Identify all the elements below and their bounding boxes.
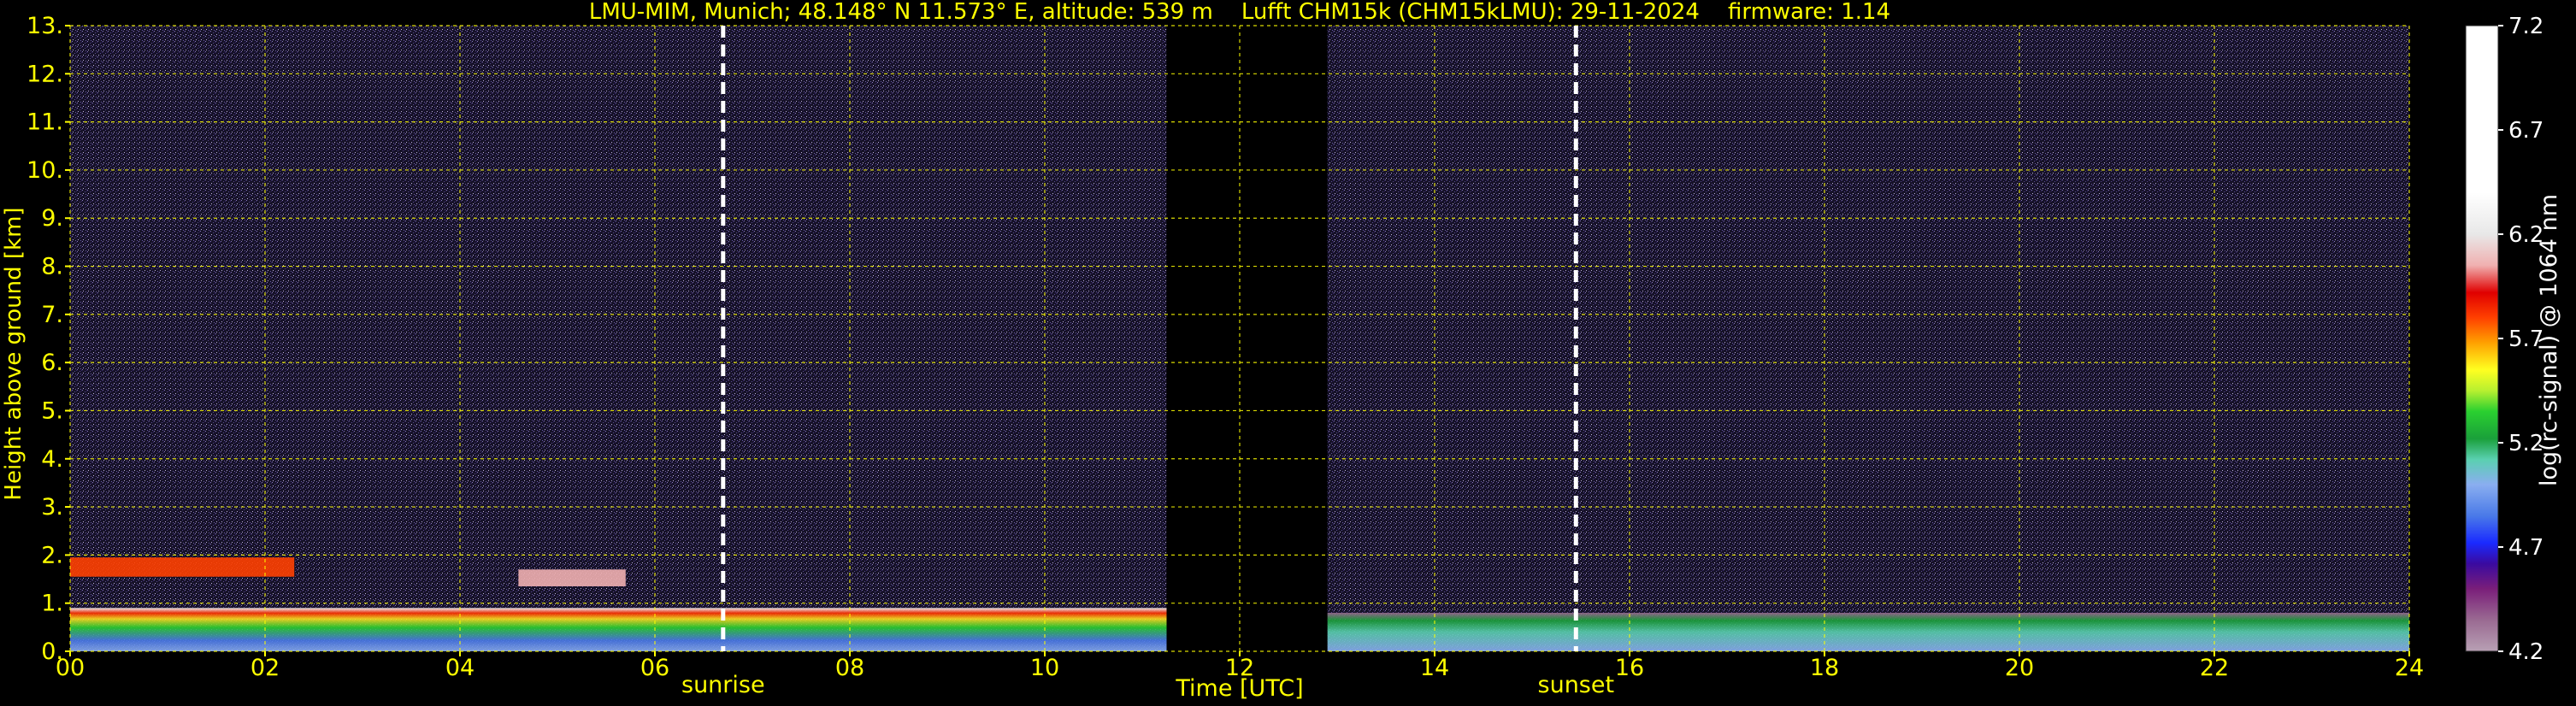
x-tick-label: 06: [640, 655, 669, 681]
colorbar-label: log(rc-signal) @ 1064 nm: [2536, 194, 2562, 486]
x-tick-label: 22: [2200, 655, 2229, 681]
y-axis-label: Height above ground [km]: [1, 207, 27, 500]
data-gap: [1166, 26, 1328, 651]
x-tick-label: 08: [835, 655, 864, 681]
layer-boundary-layer: [1327, 612, 2409, 651]
colorbar: 4.24.75.25.76.26.77.2: [2465, 14, 2544, 665]
colorbar-tick-label: 4.2: [2508, 639, 2544, 665]
y-tick-label: 11.: [27, 109, 63, 136]
y-tick-label: 7.: [41, 302, 63, 328]
y-tick-label: 9.: [41, 205, 63, 232]
x-tick-label: 16: [1615, 655, 1644, 681]
annotation-label-sunset: sunset: [1538, 672, 1615, 698]
y-tick-label: 13.: [27, 13, 63, 39]
x-tick-label: 04: [445, 655, 475, 681]
colorbar-tick-label: 6.7: [2508, 118, 2544, 144]
y-tick-label: 4.: [41, 446, 63, 473]
x-tick-label: 10: [1030, 655, 1059, 681]
layer-boundary-layer: [70, 608, 1167, 651]
x-tick-label: 24: [2395, 655, 2424, 681]
layer-cloud-top-layer: [70, 557, 295, 577]
y-tick-label: 5.: [41, 397, 63, 424]
chart-title: LMU-MIM, Munich; 48.148° N 11.573° E, al…: [589, 0, 1890, 25]
y-axis: 0. 1. 2. 3. 4. 5. 6. 7. 8. 9. 10. 11. 12. 13.: [27, 13, 70, 665]
colorbar-scale: [2465, 25, 2499, 652]
x-tick-label: 20: [2005, 655, 2034, 681]
annotation-label-sunrise: sunrise: [681, 672, 765, 698]
layer-cloud: [518, 569, 626, 586]
x-tick-label: 02: [251, 655, 280, 681]
plot-area: [70, 26, 2409, 651]
y-tick-label: 1.: [41, 591, 63, 617]
y-tick-label: 10.: [27, 157, 63, 184]
y-tick-label: 8.: [41, 254, 63, 280]
y-tick-label: 3.: [41, 494, 63, 521]
y-tick-label: 0.: [41, 638, 63, 665]
y-tick-label: 6.: [41, 350, 63, 376]
x-tick-label: 18: [1810, 655, 1839, 681]
x-axis-label: Time [UTC]: [1175, 675, 1303, 702]
colorbar-tick-label: 4.7: [2508, 535, 2544, 561]
x-tick-label: 14: [1420, 655, 1449, 681]
colorbar-tick-label: 7.2: [2508, 14, 2544, 39]
y-tick-label: 2.: [41, 542, 63, 568]
ceilometer-chart: sunrise sunset 00 02 04 06 08 10 12 14 16 18 20 22 24…: [1, 0, 2562, 702]
y-tick-label: 12.: [27, 61, 63, 87]
